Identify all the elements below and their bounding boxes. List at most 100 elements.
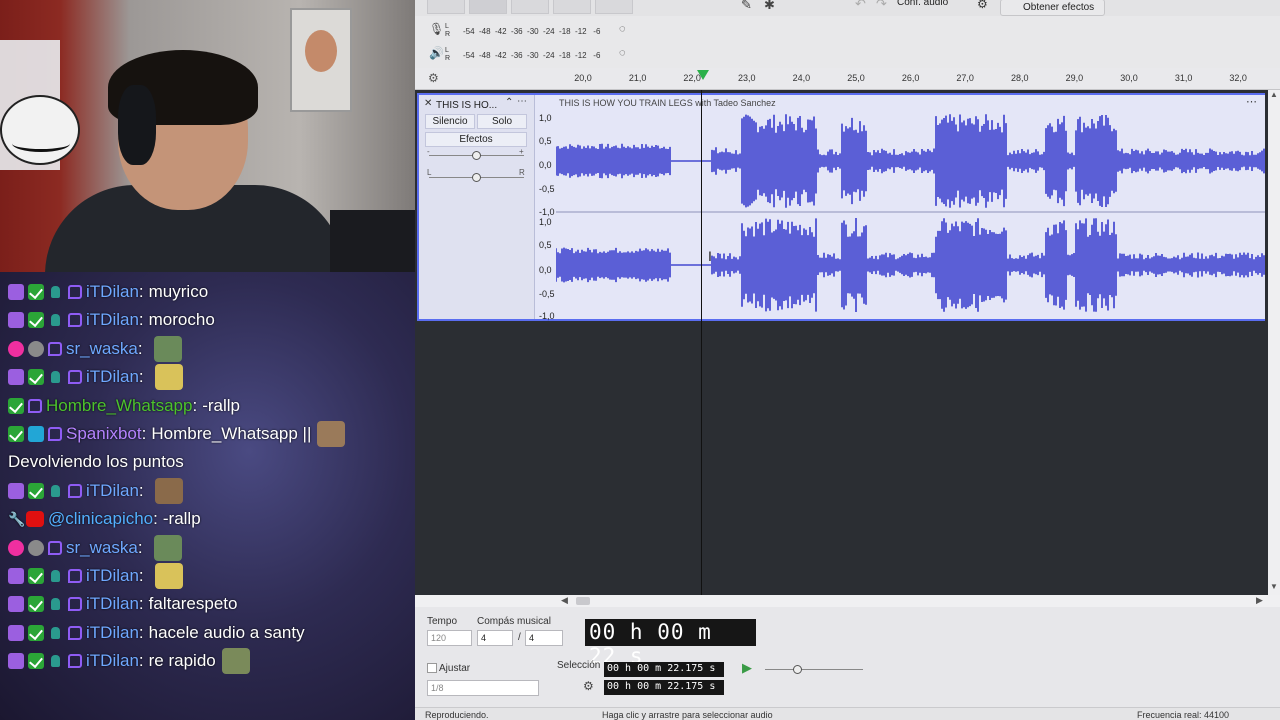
chat-username[interactable]: sr_waska (66, 339, 138, 359)
meter-reset-icon[interactable]: ◌ (619, 47, 626, 59)
playhead-line (701, 90, 702, 595)
scroll-thumb[interactable] (576, 597, 590, 605)
mute-button[interactable]: Silencio (425, 114, 475, 129)
webcam-feed (0, 0, 415, 272)
amplitude-label: -0,5 (539, 184, 555, 194)
gain-minus-icon: - (427, 147, 430, 156)
play-at-speed-icon[interactable]: ▶ (742, 660, 752, 676)
gain-slider-thumb[interactable] (472, 151, 481, 160)
track-menu-icon[interactable]: ⋯ (517, 96, 527, 107)
chat-username[interactable]: iTDilan (86, 594, 139, 614)
selection-end[interactable]: 00 h 00 m 22.175 s (604, 680, 724, 695)
waveform-graphic (556, 114, 1265, 312)
timeline-settings-icon[interactable]: ⚙ (428, 71, 439, 85)
audio-track[interactable]: ✕ THIS IS HO... ⌃ ⋯ Silencio Solo Efecto… (417, 93, 1265, 321)
time-signature-denominator[interactable]: 4 (525, 630, 563, 646)
pencil-icon[interactable]: ✎ (741, 0, 752, 13)
timeline-ruler[interactable]: ⚙ 20,0 21,0 22,0 23,0 24,0 25,0 26,0 27,0 28,0 29… (415, 68, 1280, 90)
waveform-clip[interactable]: THIS IS HOW YOU TRAIN LEGS with Tadeo Sa… (556, 95, 1265, 319)
chat-username[interactable]: Spanixbot (66, 424, 142, 444)
time-display[interactable]: 00 h 00 m 22 s (585, 619, 756, 668)
ruler-tick-label: 23,0 (738, 73, 756, 83)
multi-tool-icon[interactable]: ✱ (764, 0, 775, 13)
redo-icon[interactable]: ↷ (876, 0, 887, 12)
chat-text: hacele audio a santy (148, 622, 305, 642)
chat-username[interactable]: iTDilan (86, 566, 139, 586)
chat-text: -rallp (202, 395, 240, 415)
snap-checkbox[interactable] (427, 663, 437, 673)
chat-username[interactable]: iTDilan (86, 310, 139, 330)
speed-slider[interactable] (765, 669, 863, 670)
collapse-track-icon[interactable]: ⌃ (505, 97, 513, 108)
track-control-panel[interactable]: ✕ THIS IS HO... ⌃ ⋯ Silencio Solo Efecto… (419, 95, 535, 319)
scroll-up-icon[interactable]: ▲ (1270, 90, 1278, 99)
chat-message: iTDilan: re rapido (8, 647, 250, 675)
sub-badge-icon (8, 653, 24, 670)
toolbar-button[interactable] (595, 0, 633, 14)
sub-badge-icon (8, 624, 24, 641)
chat-message: iTDilan: (8, 477, 183, 505)
clip-menu-icon[interactable]: ⋯ (1246, 95, 1257, 108)
get-effects-button[interactable]: Obtener efectos (1000, 0, 1106, 16)
chat-username[interactable]: iTDilan (86, 282, 139, 302)
vip-badge-icon (28, 284, 44, 300)
microphone-icon[interactable]: 🎙 (429, 22, 444, 36)
vip-badge-icon (28, 568, 44, 584)
chat-username[interactable]: Hombre_Whatsapp (46, 396, 192, 416)
audio-setup-button[interactable]: Conf. audio (897, 0, 948, 8)
playback-meter[interactable]: 🔊 L R -54 -48 -42 -36 -30 -24 -18 -12 -6… (423, 46, 723, 66)
chat-separator: : (141, 424, 147, 443)
chat-username[interactable]: iTDilan (86, 623, 139, 643)
speaker-icon[interactable]: 🔊 (429, 46, 444, 60)
sub-badge-icon (8, 369, 24, 386)
toolbar-button[interactable] (553, 0, 591, 14)
close-track-icon[interactable]: ✕ (424, 98, 432, 109)
chat-emote (153, 335, 182, 362)
scroll-left-icon[interactable]: ◀ (561, 595, 568, 606)
track-name[interactable]: THIS IS HO... (436, 100, 497, 111)
chair (330, 210, 415, 272)
pan-slider-thumb[interactable] (472, 173, 481, 182)
ruler-tick-label: 27,0 (956, 73, 974, 83)
horizontal-scrollbar[interactable]: ◀ ▶ (415, 595, 1280, 607)
tempo-label: Tempo (427, 616, 458, 627)
chat-username[interactable]: @clinicapicho (48, 509, 153, 529)
selection-start[interactable]: 00 h 00 m 22.175 s (604, 662, 724, 677)
track-area[interactable]: ✕ THIS IS HO... ⌃ ⋯ Silencio Solo Efecto… (415, 90, 1268, 595)
undo-icon[interactable]: ↶ (855, 0, 866, 12)
chat-username[interactable]: sr_waska (66, 538, 138, 558)
headset (118, 85, 156, 165)
toolbar-button[interactable] (469, 0, 507, 14)
tw-badge-icon (48, 341, 62, 356)
playhead-marker[interactable] (697, 70, 709, 82)
chat-overlay: iTDilan: muyrico iTDilan: morocho sr_waska: i… (0, 272, 415, 720)
record-meter[interactable]: 🎙 L R -54 -48 -42 -36 -30 -24 -18 -12 -6… (423, 22, 723, 42)
sub-badge-icon (8, 596, 24, 613)
snap-select[interactable]: 1/8 (427, 680, 539, 696)
chat-username[interactable]: iTDilan (86, 481, 139, 501)
status-bar: Reproduciendo. Haga clic y arrastre para… (415, 707, 1280, 720)
drop-badge-icon (48, 596, 64, 612)
chat-username[interactable]: iTDilan (86, 367, 139, 387)
ruler-tick-label: 32,0 (1229, 73, 1247, 83)
scroll-down-icon[interactable]: ▼ (1270, 582, 1278, 591)
vertical-scrollbar[interactable]: ▲ ▼ (1268, 90, 1280, 595)
tempo-field[interactable]: 120 (427, 630, 472, 646)
meter-reset-icon[interactable]: ◌ (619, 23, 626, 35)
mask-badge-icon (28, 539, 44, 556)
toolbar-button[interactable] (427, 0, 465, 14)
toolbar-button[interactable] (511, 0, 549, 14)
time-signature-numerator[interactable]: 4 (477, 630, 513, 646)
ruler-tick-label: 28,0 (1011, 73, 1029, 83)
chat-username[interactable]: iTDilan (86, 651, 139, 671)
solo-button[interactable]: Solo (477, 114, 527, 129)
selection-settings-icon[interactable]: ⚙ (583, 679, 594, 693)
chat-emote (317, 421, 346, 447)
clip-title[interactable]: THIS IS HOW YOU TRAIN LEGS with Tadeo Sa… (559, 98, 776, 108)
bottom-toolbar: Tempo 120 Compás musical 4 / 4 00 h 00 m… (415, 607, 1280, 707)
yt-badge-icon (26, 511, 44, 528)
scroll-right-icon[interactable]: ▶ (1256, 595, 1263, 606)
chat-message: iTDilan: faltarespeto (8, 590, 237, 618)
speed-slider-thumb[interactable] (793, 665, 802, 674)
effects-button[interactable]: Efectos (425, 132, 527, 147)
